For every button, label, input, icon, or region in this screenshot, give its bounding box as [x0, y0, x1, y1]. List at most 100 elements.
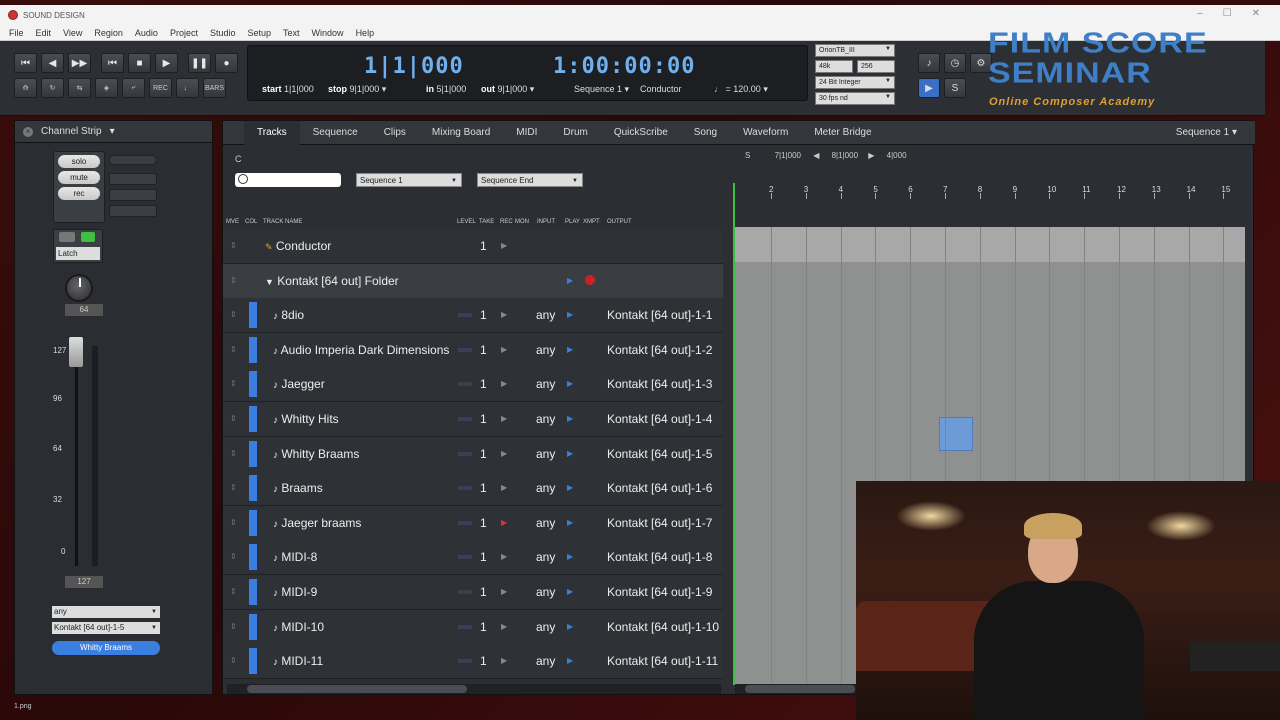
move-handle-icon[interactable]: ⇕ [230, 518, 237, 527]
next-icon[interactable]: ▶ [868, 151, 874, 160]
prev-icon[interactable]: ◀ [813, 151, 819, 160]
click-icon[interactable]: ♩ [176, 78, 199, 98]
track-color[interactable] [249, 440, 257, 467]
menu-text[interactable]: Text [283, 28, 300, 38]
rewind-start-button[interactable]: ⏮ [14, 53, 37, 73]
menu-studio[interactable]: Studio [210, 28, 236, 38]
conductor-indicator[interactable]: Conductor [640, 84, 682, 94]
track-color[interactable] [249, 544, 257, 571]
play-button[interactable]: ▶ [155, 53, 178, 73]
track-name[interactable]: MIDI-8 [281, 550, 317, 564]
frame-rate-select[interactable]: 30 fps nd ▼ [815, 92, 895, 105]
time-counter[interactable]: 1:00:00:00 [553, 54, 695, 79]
play-enable-icon[interactable]: ▶ [567, 276, 573, 285]
move-handle-icon[interactable]: ⇕ [230, 310, 237, 319]
track-row[interactable]: ⇕ ♪ Jaeger braams 1 ▶ any ▶ Kontakt [64 out]-1… [223, 505, 723, 541]
maximize-button[interactable]: ☐ [1223, 8, 1232, 19]
track-input[interactable]: any [536, 481, 555, 495]
sample-rate[interactable]: 48k [815, 60, 853, 73]
playhead[interactable] [733, 183, 735, 683]
fader-value[interactable]: 127 [65, 576, 103, 588]
solo-button[interactable]: solo [58, 155, 100, 168]
move-handle-icon[interactable]: ⇕ [230, 622, 237, 631]
close-button[interactable]: ✕ [1252, 8, 1260, 19]
record-button[interactable]: ● [215, 53, 238, 73]
clock-icon[interactable]: ◷ [944, 53, 966, 73]
rec-enable-icon[interactable]: ▶ [501, 310, 507, 319]
take-number[interactable]: 1 [480, 343, 487, 357]
track-row[interactable]: ⇕ ▼ Kontakt [64 out] Folder ▶ [223, 263, 723, 299]
search-input[interactable] [235, 173, 341, 187]
track-name[interactable]: Kontakt [64 out] Folder [277, 274, 398, 288]
rec-enable-icon[interactable]: ▶ [501, 449, 507, 458]
pause-button[interactable]: ❚❚ [188, 53, 211, 73]
device-select[interactable]: OrionTB_III ▼ [815, 44, 895, 57]
track-name[interactable]: MIDI-10 [281, 620, 324, 634]
play-enable-icon[interactable]: ▶ [567, 656, 573, 665]
track-name[interactable]: MIDI-11 [281, 654, 323, 668]
take-number[interactable]: 1 [480, 585, 487, 599]
track-name[interactable]: Conductor [276, 239, 331, 253]
in-field[interactable]: in 5|1|000 [426, 84, 466, 94]
play-enable-icon[interactable]: ▶ [567, 449, 573, 458]
selection-start[interactable]: 7|1|000 [775, 151, 801, 160]
move-handle-icon[interactable]: ⇕ [230, 276, 237, 285]
track-row[interactable]: ⇕ ♪ Whitty Braams 1 ▶ any ▶ Kontakt [64 out]-1… [223, 436, 723, 472]
tab-meter-bridge[interactable]: Meter Bridge [801, 121, 884, 145]
bar-ruler[interactable]: 2 3 4 5 6 7 8 9 10 11 12 13 14 15 [733, 183, 1245, 227]
channel-strip-title[interactable]: Channel Strip [41, 126, 102, 137]
move-handle-icon[interactable]: ⇕ [230, 483, 237, 492]
tab-sequence[interactable]: Sequence [300, 121, 371, 145]
track-output[interactable]: Kontakt [64 out]-1-6 [607, 481, 712, 495]
xmpt-icon[interactable] [585, 274, 595, 285]
position-counter[interactable]: 1|1|000 [364, 54, 464, 79]
tab-waveform[interactable]: Waveform [730, 121, 801, 145]
track-input[interactable]: any [536, 654, 555, 668]
track-name[interactable]: Jaeger braams [281, 516, 361, 530]
sequence-filter-select[interactable]: Sequence 1 ▼ [356, 173, 462, 187]
track-color[interactable] [249, 336, 257, 363]
track-output[interactable]: Kontakt [64 out]-1-8 [607, 550, 712, 564]
rec-enable-icon[interactable]: ▶ [501, 414, 507, 423]
close-icon[interactable]: × [23, 126, 33, 137]
s-label[interactable]: S [745, 151, 750, 160]
track-row[interactable]: ⇕ ♪ Jaegger 1 ▶ any ▶ Kontakt [64 out]-1-3 [223, 367, 723, 403]
start-field[interactable]: start 1|1|000 [262, 84, 314, 94]
take-number[interactable]: 1 [480, 516, 487, 530]
buffer-size[interactable]: 256 [857, 60, 895, 73]
play-enable-icon[interactable]: ▶ [567, 483, 573, 492]
track-row[interactable]: ⇕ ♪ Whitty Hits 1 ▶ any ▶ Kontakt [64 out]-1-4 [223, 402, 723, 437]
track-name[interactable]: Whitty Hits [281, 412, 338, 426]
track-output[interactable]: Kontakt [64 out]-1-11 [607, 654, 718, 668]
tab-quickscribe[interactable]: QuickScribe [601, 121, 681, 145]
input-monitor-icon[interactable]: ▶ [918, 78, 940, 98]
menu-region[interactable]: Region [94, 28, 123, 38]
track-input[interactable]: any [536, 447, 555, 461]
track-color[interactable] [249, 475, 257, 502]
track-output[interactable]: Kontakt [64 out]-1-4 [607, 412, 712, 426]
volume-fader[interactable] [69, 337, 83, 367]
track-color[interactable] [249, 579, 257, 605]
rec-button[interactable]: rec [58, 187, 100, 200]
track-output[interactable]: Kontakt [64 out]-1-5 [607, 447, 712, 461]
menu-file[interactable]: File [9, 28, 24, 38]
rec-enable-icon[interactable]: ▶ [501, 587, 507, 596]
insert-slot[interactable] [109, 173, 157, 185]
move-handle-icon[interactable]: ⇕ [230, 345, 237, 354]
selection-length[interactable]: 4|000 [887, 151, 907, 160]
bars-button[interactable]: BARS [203, 78, 226, 98]
track-row[interactable]: ⇕ ✎ Conductor 1 ▶ [223, 229, 723, 264]
move-handle-icon[interactable]: ⇕ [230, 552, 237, 561]
take-number[interactable]: 1 [480, 239, 487, 253]
take-number[interactable]: 1 [480, 308, 487, 322]
take-number[interactable]: 1 [480, 620, 487, 634]
track-name[interactable]: Audio Imperia Dark Dimensions [281, 343, 450, 357]
bit-depth-select[interactable]: 24 Bit Integer ▼ [815, 76, 895, 89]
rec-enable-icon[interactable]: ▶ [501, 345, 507, 354]
track-row[interactable]: ⇕ ♪ MIDI-11 1 ▶ any ▶ Kontakt [64 out]-1-11 [223, 644, 723, 680]
output-select[interactable]: Kontakt [64 out]-1-5 ▼ [52, 622, 160, 634]
rec-enable-icon[interactable]: ▶ [501, 622, 507, 631]
automation-play-icon[interactable] [81, 232, 95, 242]
play-enable-icon[interactable]: ▶ [567, 518, 573, 527]
col-mve[interactable]: MVE [226, 219, 239, 225]
